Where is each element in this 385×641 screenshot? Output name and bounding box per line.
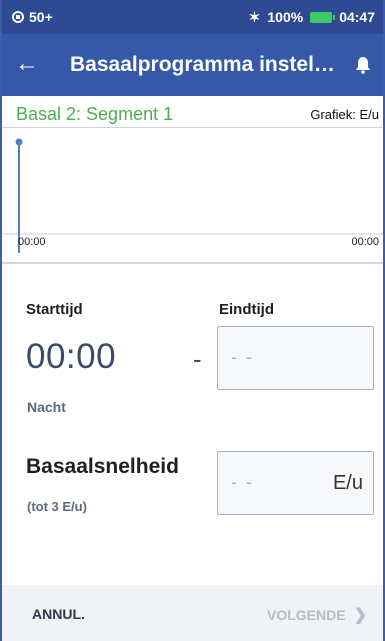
segment-title: Basal 2: Segment 1 (16, 104, 174, 124)
end-time-label: Eindtijd (219, 301, 274, 318)
back-arrow-icon[interactable]: ← (14, 51, 40, 77)
footer-bar: ANNUL. VOLGENDE ❯ (2, 585, 383, 641)
status-bar: 50+ ✶ 100% 04:47 (2, 0, 383, 34)
title-bar: ← Basaalprogramma instel… (2, 34, 383, 96)
start-time-label: Starttijd (26, 301, 83, 318)
chevron-right-icon: ❯ (353, 607, 367, 624)
app-frame: 50+ ✶ 100% 04:47 ← Basaalprogramma inste… (0, 0, 385, 641)
end-time-input[interactable]: - - (217, 326, 374, 390)
status-right: ✶ 100% 04:47 (249, 9, 375, 25)
cancel-button[interactable]: ANNUL. (32, 606, 85, 622)
graph-unit-label: Grafiek: E/u (310, 107, 379, 122)
bluetooth-icon: ✶ (248, 9, 261, 25)
status-left: 50+ (12, 9, 53, 25)
time-separator: - (193, 344, 202, 374)
status-time: 04:47 (339, 9, 375, 25)
basal-chart: 00:00 00:00 (2, 129, 383, 259)
data-point (15, 138, 23, 146)
basal-rate-placeholder: - - (231, 472, 254, 492)
segment-header: Basal 2: Segment 1 Grafiek: E/u (2, 98, 383, 128)
next-button-label: VOLGENDE (267, 607, 346, 623)
notification-icon (12, 11, 24, 23)
next-button[interactable]: VOLGENDE ❯ (267, 605, 367, 625)
battery-percent: 100% (267, 9, 304, 25)
basal-rate-hint: (tot 3 E/u) (27, 499, 87, 514)
basal-rate-input[interactable]: - - E/u (217, 451, 374, 515)
chart-svg (2, 138, 383, 253)
x-tick-label-start: 00:00 (18, 236, 46, 248)
end-time-placeholder: - - (231, 347, 254, 367)
section-divider (2, 262, 383, 264)
notification-count: 50+ (29, 9, 53, 25)
x-tick-label-end: 00:00 (351, 236, 379, 248)
period-label: Nacht (27, 399, 66, 415)
start-time-value: 00:00 (26, 337, 117, 376)
bell-icon[interactable] (355, 56, 371, 74)
battery-icon (310, 11, 336, 23)
basal-rate-label: Basaalsnelheid (26, 455, 179, 478)
page-title: Basaalprogramma instel… (70, 53, 335, 76)
basal-rate-unit: E/u (332, 472, 363, 494)
